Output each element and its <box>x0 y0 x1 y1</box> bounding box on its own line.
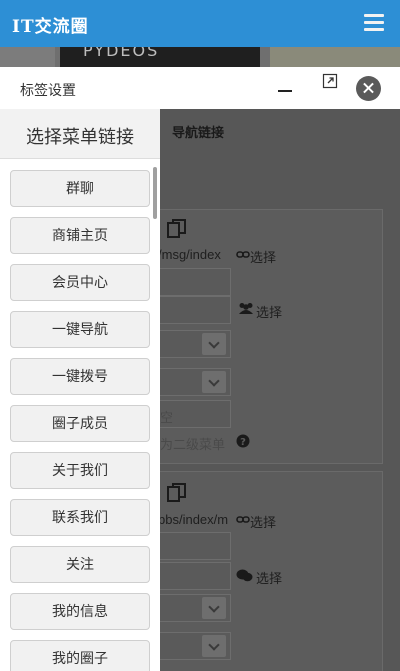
link-icon <box>236 251 250 258</box>
link-card-1: /msg/index 选择 选择 空 为二级菜单 ? <box>155 209 383 464</box>
copy-icon[interactable] <box>166 482 188 504</box>
nav-links-heading: 导航链接 <box>172 125 225 140</box>
scrollbar[interactable] <box>153 167 157 219</box>
chevron-down-icon <box>202 635 226 657</box>
chevron-down-icon <box>202 333 226 355</box>
menu-item-member-center[interactable]: 会员中心 <box>10 264 150 301</box>
menu-item-shop-home[interactable]: 商铺主页 <box>10 217 150 254</box>
link-card-2: bbs/index/m 选择 at 选择 <box>155 471 383 671</box>
select-link-1[interactable]: 选择 <box>250 247 276 266</box>
menu-item-one-click-dial[interactable]: 一键拨号 <box>10 358 150 395</box>
empty-placeholder: 空 <box>160 410 174 425</box>
select-wechat-2[interactable]: 选择 <box>256 568 282 587</box>
dialog-title: 标签设置 <box>20 82 76 98</box>
chevron-down-icon <box>202 597 226 619</box>
menu-item-group-chat[interactable]: 群聊 <box>10 170 150 207</box>
banner: PYDEOS <box>0 47 400 67</box>
link-url-2: bbs/index/m <box>158 512 229 527</box>
menu-panel-title: 选择菜单链接 <box>26 127 134 147</box>
link-input-1[interactable] <box>156 268 231 296</box>
select-link-2[interactable]: 选择 <box>250 512 276 531</box>
menu-item-my-circle[interactable]: 我的圈子 <box>10 640 150 671</box>
menu-item-follow[interactable]: 关注 <box>10 546 150 583</box>
chevron-down-icon <box>202 371 226 393</box>
menu-link-panel: 选择菜单链接 群聊 商铺主页 会员中心 一键导航 一键拨号 圈子成员 关于我们 … <box>0 109 160 671</box>
menu-panel-header: 选择菜单链接 <box>0 109 160 159</box>
menu-item-circle-members[interactable]: 圈子成员 <box>10 405 150 442</box>
menu-item-my-info[interactable]: 我的信息 <box>10 593 150 630</box>
banner-text: PYDEOS <box>83 47 160 60</box>
select-dropdown-4[interactable] <box>156 632 231 660</box>
hamburger-menu-icon[interactable] <box>364 14 384 32</box>
menu-item-about-us[interactable]: 关于我们 <box>10 452 150 489</box>
select-dropdown-3[interactable] <box>156 594 231 622</box>
dialog-title-bar: 标签设置 <box>0 67 400 109</box>
link-url-1: /msg/index <box>158 247 221 262</box>
select-users-1[interactable]: 选择 <box>256 302 282 321</box>
users-icon <box>239 303 253 314</box>
secondary-menu-hint: 为二级菜单 <box>160 437 226 452</box>
close-button[interactable] <box>356 76 381 101</box>
menu-item-contact-us[interactable]: 联系我们 <box>10 499 150 536</box>
app-title: IT交流圈 <box>12 17 89 37</box>
link-icon <box>236 516 250 523</box>
icon-input-2[interactable] <box>156 562 231 590</box>
maximize-icon[interactable] <box>322 73 338 89</box>
menu-item-one-click-nav[interactable]: 一键导航 <box>10 311 150 348</box>
minimize-icon[interactable] <box>278 90 292 92</box>
app-header: IT交流圈 <box>0 0 400 47</box>
icon-input-1[interactable] <box>156 296 231 324</box>
help-icon[interactable]: ? <box>236 434 250 448</box>
svg-text:?: ? <box>240 437 246 448</box>
select-dropdown-1[interactable] <box>156 330 231 358</box>
wechat-icon <box>236 569 253 582</box>
copy-icon[interactable] <box>166 218 188 240</box>
link-input-2[interactable] <box>156 532 231 560</box>
select-dropdown-2[interactable] <box>156 368 231 396</box>
